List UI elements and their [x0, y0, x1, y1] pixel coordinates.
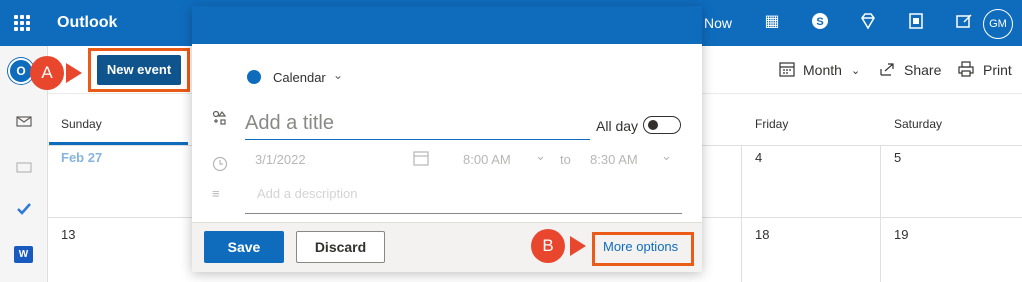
date-cell[interactable]: 4 — [755, 150, 762, 165]
to-label: to — [560, 152, 571, 167]
chevron-down-icon[interactable]: ⌄ — [333, 68, 343, 82]
calendar-selector[interactable]: Calendar — [273, 70, 326, 85]
avatar[interactable]: GM — [983, 9, 1013, 39]
popup-header — [192, 6, 702, 44]
date-picker-icon[interactable] — [413, 150, 429, 169]
app-title[interactable]: Outlook — [57, 14, 117, 32]
date-cell-feb27[interactable]: Feb 27 — [61, 150, 102, 165]
office-icon[interactable] — [906, 12, 926, 32]
clock-icon — [212, 156, 228, 175]
discard-button[interactable]: Discard — [296, 231, 385, 263]
todo-check-icon[interactable] — [15, 200, 33, 218]
share-icon — [879, 61, 895, 81]
date-cell[interactable]: 19 — [894, 227, 908, 242]
all-day-label: All day — [596, 118, 639, 134]
print-button[interactable]: Print — [983, 62, 1012, 78]
date-cell[interactable]: 5 — [894, 150, 901, 165]
all-day-toggle[interactable] — [643, 116, 681, 134]
word-icon[interactable]: W — [14, 246, 33, 263]
callout-a-arrow — [66, 63, 82, 83]
description-field[interactable]: Add a description — [257, 186, 357, 201]
callout-a-badge: A — [30, 56, 64, 90]
month-view-dropdown[interactable]: Month — [803, 62, 842, 78]
new-event-popup: Calendar ⌄ All day 3/1/2022 8:00 AM ⌄ to… — [192, 6, 702, 272]
chevron-down-icon[interactable]: ⌄ — [535, 148, 546, 164]
grid-divider — [880, 145, 881, 282]
share-button[interactable]: Share — [904, 62, 941, 78]
description-underline — [245, 213, 682, 214]
more-options-highlight — [592, 232, 694, 266]
tasks-icon[interactable] — [954, 12, 974, 32]
calendar-color-dot — [247, 70, 261, 84]
day-header-friday: Friday — [755, 117, 789, 131]
chevron-down-icon[interactable]: ⌄ — [661, 148, 672, 164]
day-header-sunday: Sunday — [61, 117, 102, 131]
diamond-icon[interactable] — [858, 12, 878, 32]
date-cell[interactable]: 18 — [755, 227, 769, 242]
now-label[interactable]: Now — [704, 15, 732, 31]
qr-icon[interactable]: ▦ — [762, 12, 782, 32]
skype-icon[interactable]: S — [810, 12, 830, 32]
mail-icon[interactable] — [15, 112, 33, 130]
event-title-input[interactable] — [245, 108, 590, 140]
event-date-field[interactable]: 3/1/2022 — [255, 152, 306, 167]
description-icon: ≡ — [212, 186, 220, 201]
svg-text:S: S — [816, 16, 823, 28]
save-button[interactable]: Save — [204, 231, 284, 263]
shapes-icon — [212, 110, 228, 131]
callout-b-arrow — [570, 236, 586, 256]
chevron-down-icon[interactable]: ⌄ — [851, 64, 860, 77]
calendar-month-icon — [779, 61, 795, 81]
new-event-highlight — [88, 48, 190, 92]
toggle-knob — [648, 120, 658, 130]
print-icon — [958, 61, 974, 81]
callout-b-badge: B — [531, 229, 565, 263]
waffle-icon[interactable] — [14, 15, 30, 31]
date-cell[interactable]: 13 — [61, 227, 75, 242]
start-time-field[interactable]: 8:00 AM — [463, 152, 511, 167]
day-header-saturday: Saturday — [894, 117, 943, 131]
grid-divider — [741, 145, 742, 282]
end-time-field[interactable]: 8:30 AM — [590, 152, 638, 167]
people-icon[interactable] — [15, 158, 33, 176]
